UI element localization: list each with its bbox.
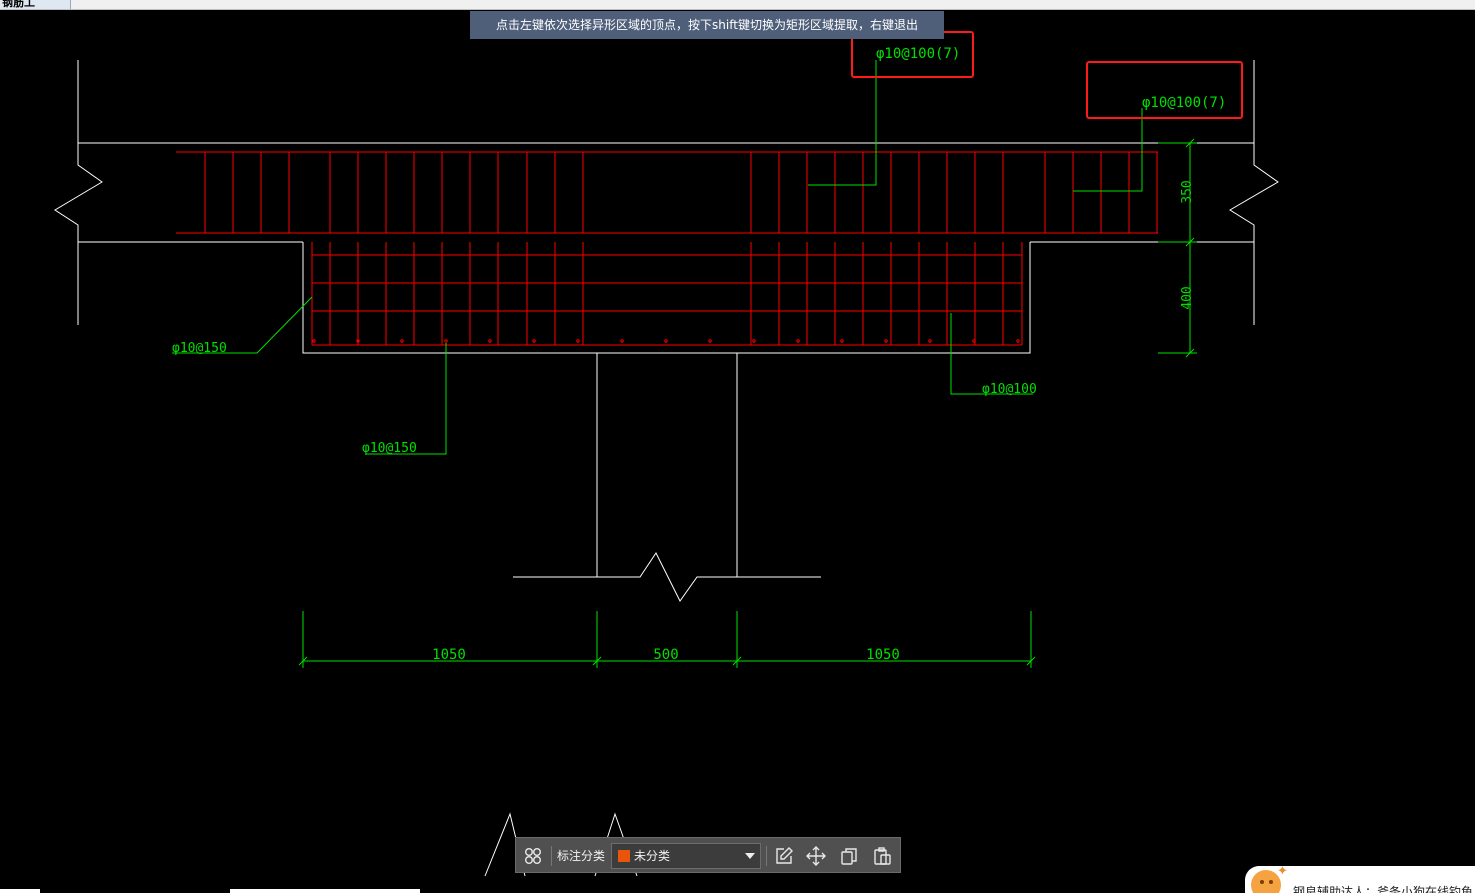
copy-icon[interactable] (837, 844, 861, 868)
rebar-label-right[interactable]: φ10@100 (982, 382, 1037, 397)
rebar-dot (620, 339, 624, 343)
assistant-text: 钢良辅助达人：斧条小狗在线钓鱼 (1293, 885, 1474, 893)
rebar-dot (444, 339, 448, 343)
annotation-leaders (172, 60, 1197, 668)
toolbar-divider (551, 846, 552, 866)
rebar-dot (1016, 339, 1020, 343)
rebar-dot (664, 339, 668, 343)
command-hint: 点击左键依次选择异形区域的顶点，按下shift键切换为矩形区域提取，右键退出 (470, 11, 944, 39)
concrete-outline (54, 60, 1279, 877)
rebar-dot (840, 339, 844, 343)
rebar-label-left-1[interactable]: φ10@150 (172, 341, 227, 356)
toolbar-divider (766, 846, 767, 866)
assistant-widget[interactable]: ✦ 钢良辅助达人：斧条小狗在线钓鱼 (1245, 866, 1475, 893)
rebar-label-top-2[interactable]: φ10@100(7) (1142, 95, 1226, 111)
edit-icon[interactable] (772, 844, 796, 868)
category-label: 标注分类 (557, 849, 606, 863)
dim-height-top: 350 (1180, 180, 1195, 203)
category-color-swatch (618, 850, 630, 862)
category-value: 未分类 (634, 849, 671, 863)
bottom-strip (230, 889, 420, 893)
dim-width-mid: 500 (653, 647, 678, 663)
rebar-dot (884, 339, 888, 343)
rebar-label-top-1[interactable]: φ10@100(7) (876, 46, 960, 62)
move-icon[interactable] (804, 844, 828, 868)
rebar-dot (532, 339, 536, 343)
cad-canvas[interactable]: φ10@100(7) φ10@100(7) φ10@150 φ10@150 φ1… (0, 0, 1475, 893)
dim-height-bottom: 400 (1180, 286, 1195, 309)
bottom-strip (0, 889, 40, 893)
rebar-dot (312, 339, 316, 343)
rebar-dot (576, 339, 580, 343)
rebar-dot (972, 339, 976, 343)
dim-width-left: 1050 (432, 647, 466, 663)
chevron-down-icon (745, 853, 755, 859)
dim-width-right: 1050 (866, 647, 900, 663)
rebar-dot (708, 339, 712, 343)
rebar-dot (400, 339, 404, 343)
rebar-label-left-2[interactable]: φ10@150 (362, 441, 417, 456)
rebar-dot (752, 339, 756, 343)
floating-toolbar: 标注分类 未分类 (515, 837, 901, 873)
grid-icon[interactable] (521, 844, 545, 868)
category-select[interactable]: 未分类 (611, 843, 761, 869)
sparkle-icon: ✦ (1277, 866, 1288, 879)
rebar-dot (928, 339, 932, 343)
paste-icon[interactable] (870, 844, 894, 868)
rebar-dot (796, 339, 800, 343)
rebar-dot (488, 339, 492, 343)
rebar-layer (176, 151, 1158, 346)
